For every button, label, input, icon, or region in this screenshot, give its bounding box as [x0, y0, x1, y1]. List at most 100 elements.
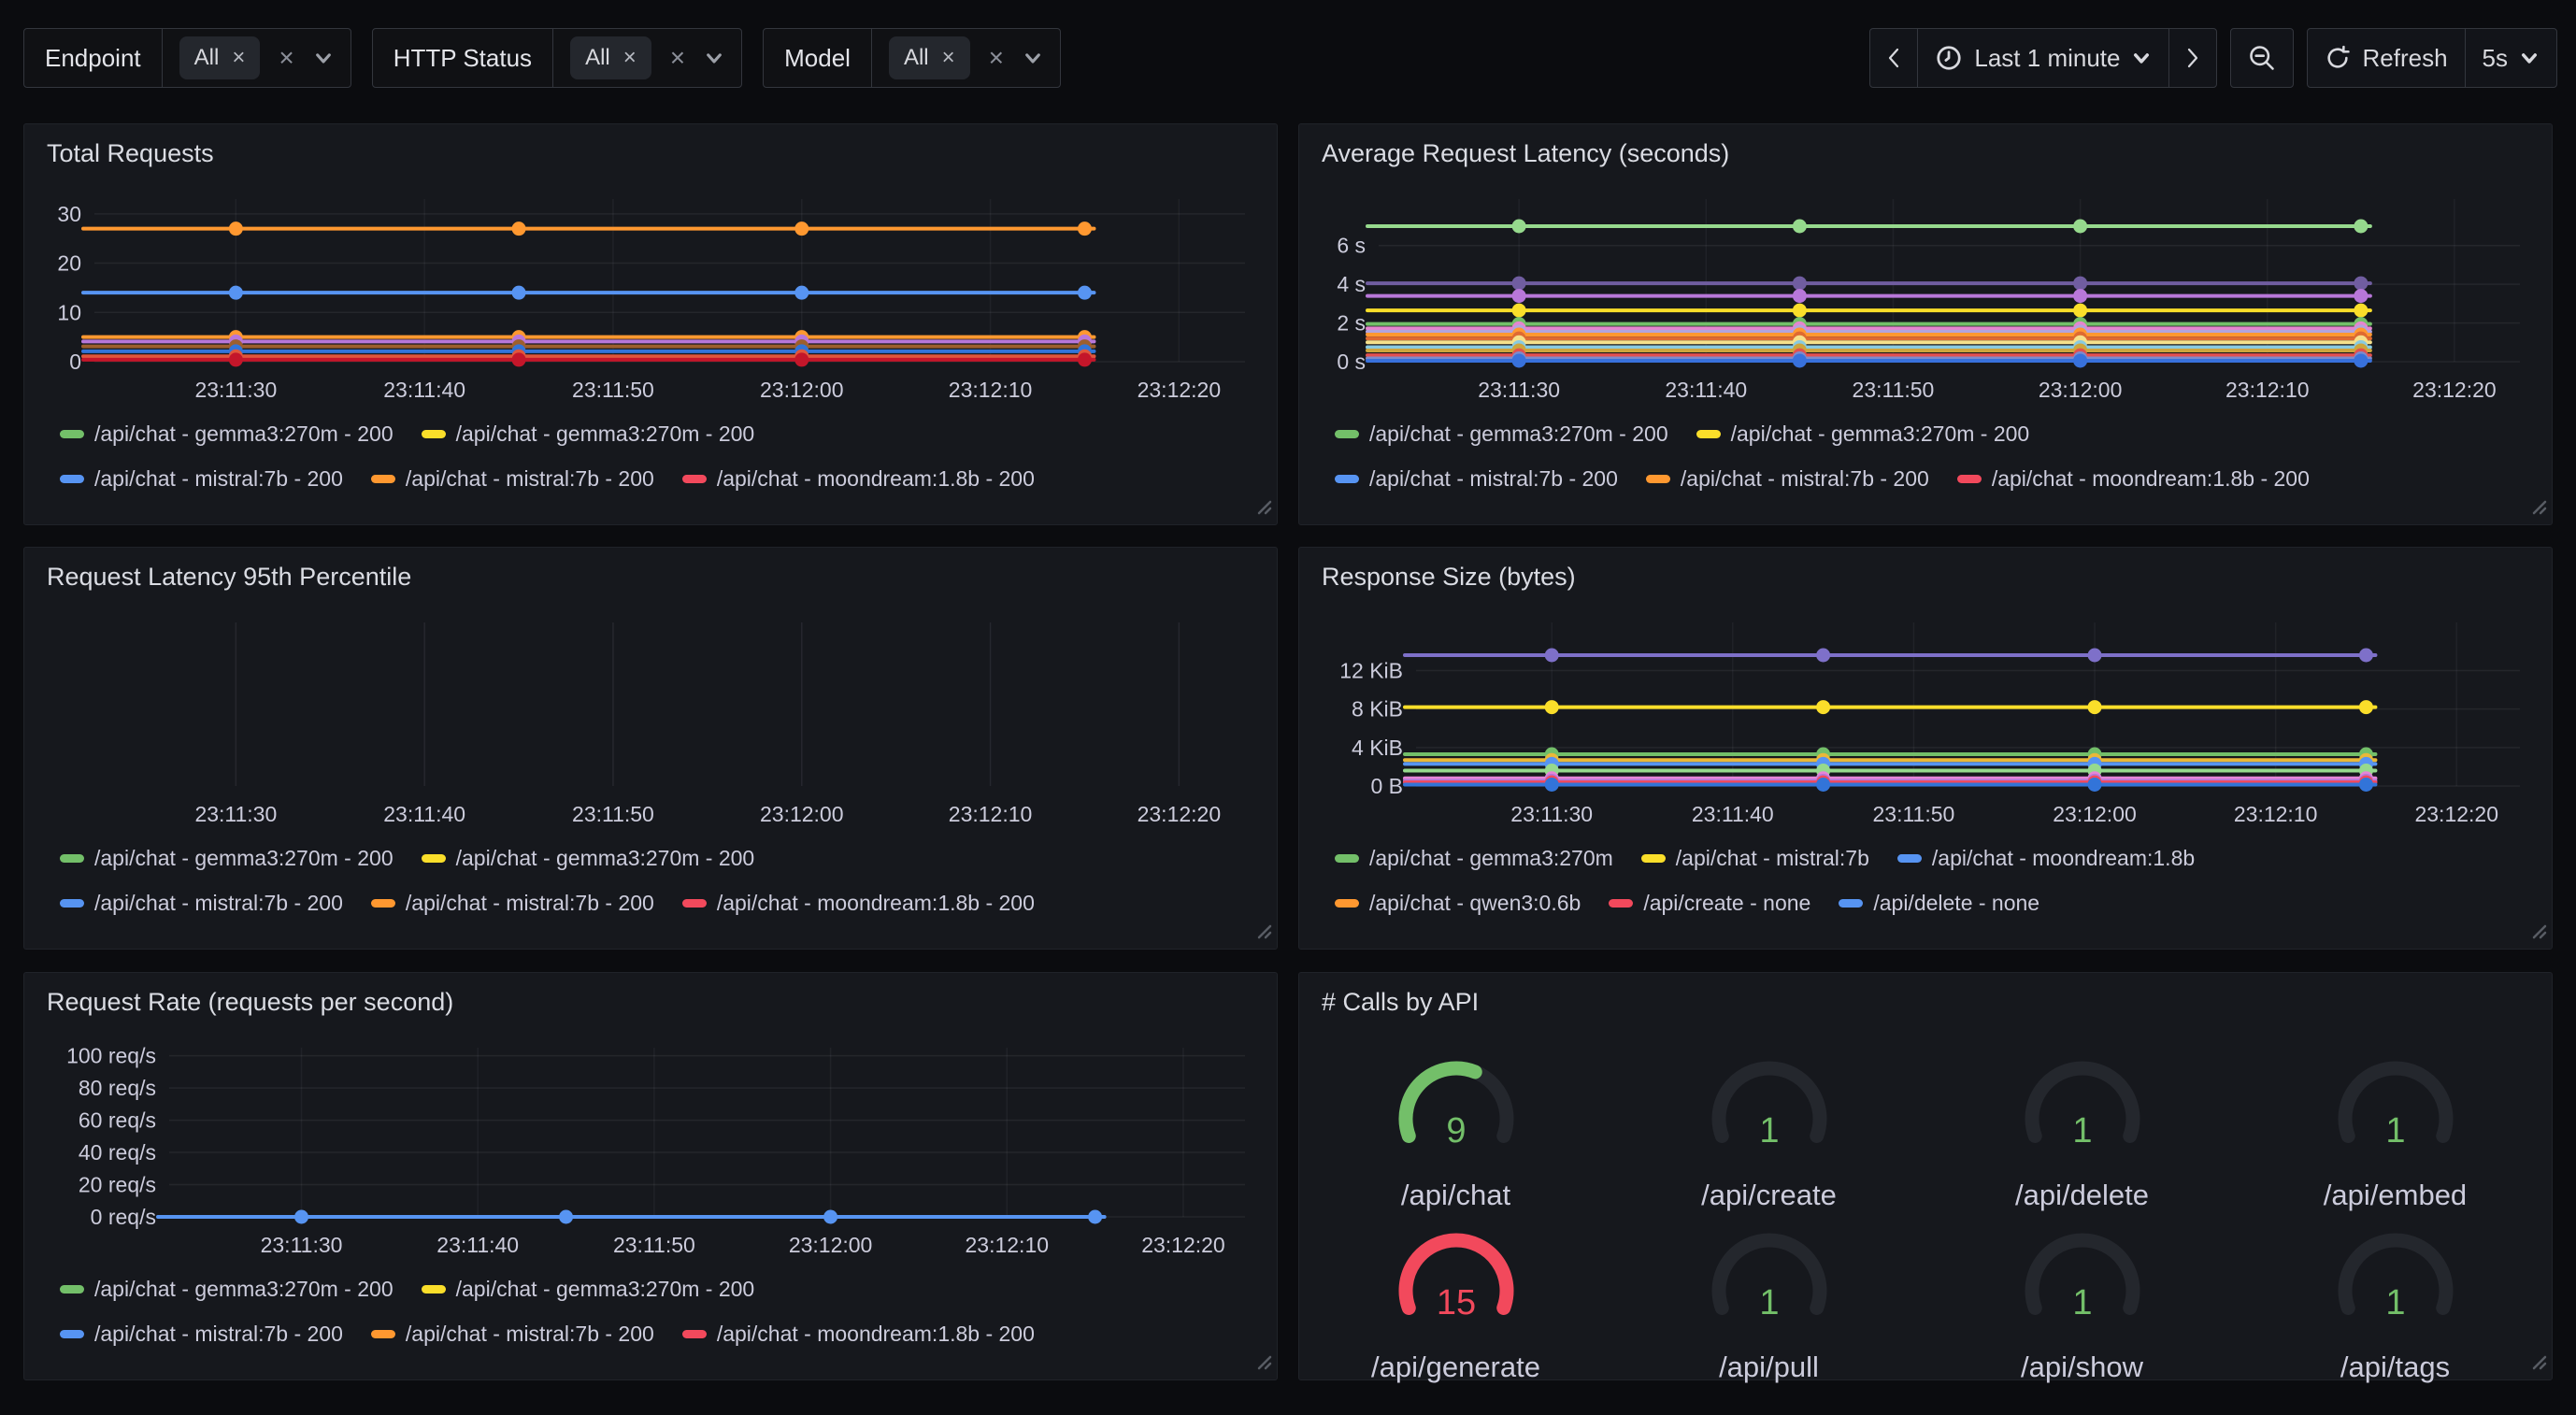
panel-title[interactable]: # Calls by API	[1322, 988, 1479, 1017]
panel-title[interactable]: Total Requests	[47, 139, 214, 168]
filter-value-dropdown[interactable]: All××	[163, 29, 351, 87]
legend-item[interactable]: /api/chat - gemma3:270m - 200	[422, 845, 755, 871]
chevron-down-icon	[2519, 48, 2540, 68]
legend-swatch	[371, 1330, 395, 1338]
legend-item[interactable]: /api/chat - gemma3:270m - 200	[60, 421, 394, 447]
filter-label: Model	[764, 29, 872, 87]
chart-legend: /api/chat - gemma3:270m - 200/api/chat -…	[60, 1276, 1035, 1347]
y-axis-label: 0 req/s	[91, 1205, 156, 1229]
remove-value-icon[interactable]: ×	[623, 47, 637, 69]
data-point-marker	[559, 1210, 573, 1224]
legend-label: /api/chat - mistral:7b - 200	[406, 466, 654, 492]
legend-item[interactable]: /api/chat - moondream:1.8b	[1897, 845, 2195, 871]
legend-item[interactable]: /api/chat - gemma3:270m - 200	[60, 1276, 394, 1302]
legend-item[interactable]: /api/chat - mistral:7b - 200	[371, 1321, 654, 1347]
legend-item[interactable]: /api/chat - mistral:7b - 200	[371, 465, 654, 492]
selected-value-text: All	[585, 45, 610, 71]
data-point-marker	[823, 1210, 837, 1224]
legend-item[interactable]: /api/chat - mistral:7b - 200	[371, 890, 654, 916]
legend-item[interactable]: /api/chat - gemma3:270m	[1335, 845, 1613, 871]
legend-item[interactable]: /api/chat - moondream:1.8b - 200	[682, 1321, 1035, 1347]
panel-title[interactable]: Request Rate (requests per second)	[47, 988, 453, 1017]
legend-row: /api/chat - gemma3:270m - 200/api/chat -…	[60, 1276, 1035, 1302]
legend-item[interactable]: /api/create - none	[1609, 890, 1810, 916]
legend-swatch	[682, 899, 707, 908]
y-axis-label: 0	[69, 350, 81, 374]
data-point-marker	[512, 352, 526, 366]
selected-value-pill[interactable]: All×	[889, 36, 970, 79]
legend-item[interactable]: /api/chat - qwen3:0.6b	[1335, 890, 1581, 916]
gauge-value: 15	[1436, 1283, 1475, 1322]
gauge-arc: 1	[2283, 1055, 2508, 1179]
x-axis-label: 23:12:00	[2039, 378, 2123, 402]
y-axis-label: 20 req/s	[79, 1173, 156, 1197]
legend-item[interactable]: /api/delete - none	[1839, 890, 2039, 916]
data-point-marker	[1545, 700, 1559, 714]
selected-value-pill[interactable]: All×	[179, 36, 261, 79]
gauge-arc: 1	[1970, 1055, 2195, 1179]
gauge-label: /api/generate	[1371, 1351, 1540, 1384]
panel-latency-p95: Request Latency 95th Percentile23:11:302…	[23, 547, 1278, 950]
time-zoom-out-button[interactable]	[2231, 29, 2293, 87]
refresh-interval-dropdown[interactable]: 5s	[2465, 29, 2556, 87]
legend-item[interactable]: /api/chat - moondream:1.8b - 200	[1957, 465, 2310, 492]
legend-item[interactable]: /api/chat - mistral:7b - 200	[60, 1321, 343, 1347]
chevron-down-icon[interactable]	[313, 48, 334, 68]
x-axis-label: 23:11:30	[194, 378, 277, 402]
legend-item[interactable]: /api/chat - mistral:7b - 200	[1335, 465, 1618, 492]
y-axis-label: 20	[57, 251, 81, 276]
time-shift-forward-button[interactable]	[2168, 29, 2216, 87]
time-range-picker[interactable]: Last 1 minute	[1917, 29, 2168, 87]
panel-resize-handle[interactable]	[1256, 923, 1273, 945]
remove-value-icon[interactable]: ×	[232, 47, 245, 69]
legend-item[interactable]: /api/chat - mistral:7b - 200	[60, 465, 343, 492]
gauge-value: 1	[2385, 1283, 2405, 1322]
panel-title[interactable]: Average Request Latency (seconds)	[1322, 139, 1729, 168]
filter-value-dropdown[interactable]: All × ×	[553, 29, 741, 87]
legend-item[interactable]: /api/chat - moondream:1.8b - 200	[682, 465, 1035, 492]
legend-item[interactable]: /api/chat - gemma3:270m - 200	[422, 421, 755, 447]
data-point-marker	[2354, 277, 2368, 291]
data-point-marker	[1793, 289, 1807, 303]
legend-label: /api/chat - moondream:1.8b	[1932, 846, 2195, 871]
clear-selection-icon[interactable]: ×	[279, 45, 293, 71]
legend-item[interactable]: /api/chat - gemma3:270m - 200	[1335, 421, 1668, 447]
panel-resize-handle[interactable]	[1256, 1354, 1273, 1376]
time-shift-back-button[interactable]	[1870, 29, 1917, 87]
x-axis-label: 23:12:10	[949, 378, 1033, 402]
zoom-out-icon	[2248, 44, 2276, 72]
legend-label: /api/chat - mistral:7b - 200	[94, 1322, 343, 1347]
x-axis-label: 23:11:40	[383, 802, 465, 826]
data-point-marker	[1793, 277, 1807, 291]
data-point-marker	[2073, 353, 2087, 367]
chevron-down-icon[interactable]	[1023, 48, 1043, 68]
data-point-marker	[2088, 700, 2102, 714]
selected-value-pill[interactable]: All ×	[570, 36, 651, 79]
legend-item[interactable]: /api/chat - gemma3:270m - 200	[60, 845, 394, 871]
data-point-marker	[1793, 304, 1807, 318]
legend-item[interactable]: /api/chat - moondream:1.8b - 200	[682, 890, 1035, 916]
panel-title[interactable]: Response Size (bytes)	[1322, 563, 1576, 592]
remove-value-icon[interactable]: ×	[942, 47, 955, 69]
clear-selection-icon[interactable]: ×	[670, 45, 685, 71]
panel-total-requests: Total Requests010203023:11:3023:11:4023:…	[23, 123, 1278, 525]
gauge-api-embed: 1/api/embed	[2283, 1055, 2508, 1227]
legend-item[interactable]: /api/chat - mistral:7b - 200	[1646, 465, 1929, 492]
panel-resize-handle[interactable]	[2531, 923, 2548, 945]
legend-swatch	[682, 475, 707, 483]
filter-value-dropdown[interactable]: All××	[872, 29, 1060, 87]
panel-resize-handle[interactable]	[2531, 499, 2548, 521]
legend-item[interactable]: /api/chat - mistral:7b - 200	[60, 890, 343, 916]
chevron-down-icon[interactable]	[704, 48, 724, 68]
gauge-label: /api/show	[2021, 1351, 2143, 1384]
refresh-button[interactable]: Refresh	[2308, 29, 2464, 87]
panel-resize-handle[interactable]	[2531, 1354, 2548, 1376]
clear-selection-icon[interactable]: ×	[989, 45, 1004, 71]
gauge-api-create: 1/api/create	[1657, 1055, 1882, 1227]
chart-legend: /api/chat - gemma3:270m/api/chat - mistr…	[1335, 845, 2195, 916]
legend-item[interactable]: /api/chat - gemma3:270m - 200	[422, 1276, 755, 1302]
legend-item[interactable]: /api/chat - mistral:7b	[1641, 845, 1869, 871]
legend-item[interactable]: /api/chat - gemma3:270m - 200	[1696, 421, 2030, 447]
panel-resize-handle[interactable]	[1256, 499, 1273, 521]
panel-title[interactable]: Request Latency 95th Percentile	[47, 563, 411, 592]
